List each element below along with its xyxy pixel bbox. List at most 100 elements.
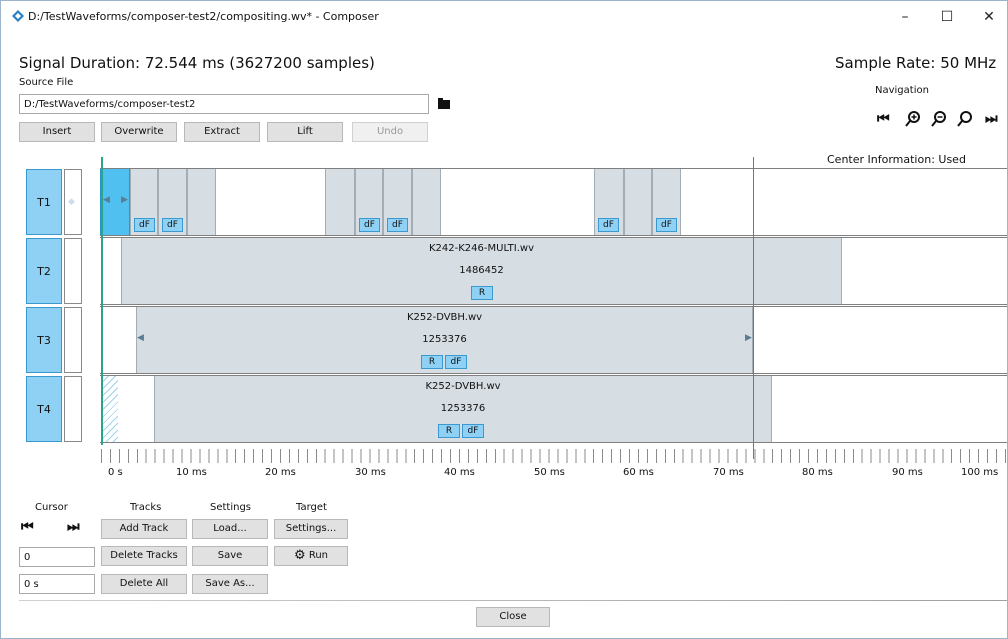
track-label-t4[interactable]: T4 [26,376,62,442]
folder-icon[interactable] [437,96,451,110]
gear-icon: ⚙ [293,548,306,563]
clip-samples: 1253376 [422,334,467,345]
tick-label: 40 ms [444,467,475,478]
save-as-button[interactable]: Save As... [192,574,268,594]
target-heading: Target [296,502,327,513]
clip-name: K252-DVBH.wv [425,381,501,392]
clip[interactable]: K242-K246-MULTI.wv 1486452 R [121,238,842,304]
skip-start-icon[interactable]: ⏮ [877,111,890,127]
clip[interactable] [412,169,441,235]
delete-tracks-button[interactable]: Delete Tracks [101,546,187,566]
run-button[interactable]: ⚙ Run [274,546,348,566]
track-label-t2[interactable]: T2 [26,238,62,304]
r-tag: R [421,355,443,369]
divider [19,600,1007,601]
add-track-button[interactable]: Add Track [101,519,187,539]
composer-window: D:/TestWaveforms/composer-test2/composit… [0,0,1008,639]
hatched-region [102,376,118,442]
track-label-t3[interactable]: T3 [26,307,62,373]
clip-name: K252-DVBH.wv [406,312,483,323]
tick-label: 0 s [108,467,123,478]
skip-end-icon[interactable]: ⏭ [985,111,998,127]
df-tag: dF [387,218,408,232]
right-handle-icon[interactable]: ▶ [121,195,128,205]
save-button[interactable]: Save [192,546,268,566]
track-toggle-t4[interactable] [64,376,82,442]
zoom-out-icon[interactable] [931,111,947,127]
clip[interactable] [187,169,216,235]
tick-label: 20 ms [265,467,296,478]
clip[interactable] [624,169,652,235]
clip-selected[interactable]: ◀ ▶ [100,169,130,235]
track-toggle-t1[interactable]: ◆ [64,169,82,235]
window-title: D:/TestWaveforms/composer-test2/composit… [28,10,379,23]
clip-samples: 1486452 [459,265,504,276]
cursor-time-input[interactable]: 0 s [19,574,95,594]
df-tag: dF [598,218,619,232]
clip-name: K242-K246-MULTI.wv [429,243,534,254]
track-toggle-t3[interactable] [64,307,82,373]
zoom-in-icon[interactable] [905,111,921,127]
maximize-button[interactable]: ☐ [931,6,963,28]
clip[interactable]: K252-DVBH.wv 1253376 R dF [154,376,772,442]
lift-button[interactable]: Lift [267,122,343,142]
clip[interactable]: dF [158,169,187,235]
sample-rate: Sample Rate: 50 MHz [835,54,997,72]
track-lane-t1[interactable]: ◀ ▶ dF dF dF dF dF dF [100,168,1007,236]
timeline-ruler[interactable] [101,449,1007,463]
insert-button[interactable]: Insert [19,122,95,142]
tick-label: 50 ms [534,467,565,478]
tick-label: 30 ms [355,467,386,478]
df-tag: dF [359,218,380,232]
source-file-label: Source File [19,77,74,88]
df-tag: dF [656,218,677,232]
tick-label: 80 ms [802,467,833,478]
clip-samples: 1253376 [440,403,486,414]
track-label-t1[interactable]: T1 [26,169,62,235]
settings-heading: Settings [210,502,252,513]
r-tag: R [438,424,460,438]
df-tag: dF [445,355,467,369]
clip[interactable]: dF [355,169,383,235]
df-tag: dF [462,424,484,438]
track-toggle-t2[interactable] [64,238,82,304]
diamond-icon: ◆ [68,197,75,207]
run-label: Run [308,550,329,561]
tick-label: 90 ms [892,467,923,478]
skip-end-icon[interactable]: ⏭ [67,519,80,535]
minimize-button[interactable]: – [889,6,921,28]
title-bar: D:/TestWaveforms/composer-test2/composit… [1,1,1007,33]
skip-start-icon[interactable]: ⏮ [21,519,34,535]
clip[interactable]: dF [594,169,624,235]
clip[interactable]: dF [652,169,681,235]
tracks-heading: Tracks [130,502,162,513]
tick-label: 10 ms [176,467,207,478]
cursor-sample-input[interactable]: 0 [19,547,95,567]
load-button[interactable]: Load... [192,519,268,539]
cursor-line[interactable] [101,157,103,445]
end-marker-line[interactable] [753,157,754,459]
undo-button[interactable]: Undo [352,122,428,142]
delete-all-button[interactable]: Delete All [101,574,187,594]
tick-label: 70 ms [713,467,744,478]
clip[interactable]: dF [383,169,412,235]
left-handle-icon[interactable]: ◀ [103,195,110,205]
navigation-label: Navigation [875,85,929,96]
clip[interactable] [325,169,355,235]
track-lane-t4[interactable]: K252-DVBH.wv 1253376 R dF [100,375,1007,443]
tick-label: 60 ms [623,467,654,478]
df-tag: dF [134,218,155,232]
extract-button[interactable]: Extract [184,122,260,142]
target-settings-button[interactable]: Settings... [274,519,348,539]
cursor-heading: Cursor [35,502,68,513]
close-window-button[interactable]: ✕ [973,6,1005,28]
overwrite-button[interactable]: Overwrite [101,122,177,142]
clip[interactable]: dF [130,169,158,235]
zoom-fit-icon[interactable] [957,111,973,127]
source-file-input[interactable]: D:/TestWaveforms/composer-test2 [19,94,429,114]
clip[interactable]: ◀ ▶ K252-DVBH.wv 1253376 R dF [136,307,753,373]
r-tag: R [471,286,493,300]
close-button[interactable]: Close [476,607,550,627]
track-lane-t3[interactable]: ◀ ▶ K252-DVBH.wv 1253376 R dF [100,306,1007,374]
track-lane-t2[interactable]: K242-K246-MULTI.wv 1486452 R [100,237,1007,305]
